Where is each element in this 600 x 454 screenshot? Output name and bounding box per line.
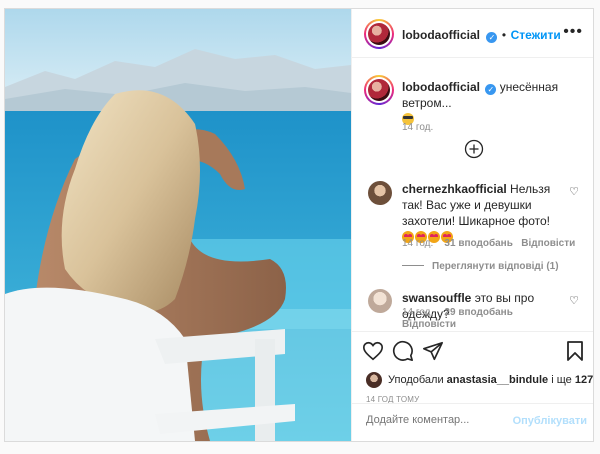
save-bookmark-icon[interactable] (566, 340, 584, 367)
caption-username[interactable]: lobodaofficial (402, 80, 480, 94)
share-paper-plane-icon[interactable] (422, 340, 444, 367)
comment-avatar[interactable] (368, 181, 392, 205)
post-sidebar: lobodaofficial ✓ • Стежити ••• lobodaoff… (351, 9, 593, 441)
verified-badge-icon: ✓ (486, 32, 498, 43)
publish-button[interactable]: Опублікувати (513, 415, 587, 427)
likes-prefix: Уподобали (388, 374, 444, 386)
post-dialog: lobodaofficial ✓ • Стежити ••• lobodaoff… (4, 8, 594, 442)
more-options-icon[interactable]: ••• (563, 23, 583, 41)
comment-avatar[interactable] (368, 289, 392, 313)
comment-username[interactable]: chernezhkaofficial (402, 182, 507, 196)
caption-verified-icon: ✓ (485, 84, 497, 95)
post-header: lobodaofficial ✓ • Стежити ••• (352, 9, 593, 58)
comment-meta: 14 год. 31 вподобань Відповісти (402, 238, 575, 249)
post-photo[interactable] (5, 9, 351, 441)
caption-avatar-image (368, 79, 390, 101)
author-avatar-image (368, 23, 390, 45)
caption: lobodaofficial ✓ унесённая ветром... (402, 79, 582, 127)
comment: chernezhkaofficial Нельзя так! Вас уже и… (402, 181, 562, 245)
photo-illustration (5, 9, 351, 441)
comment-like-icon[interactable]: ♡ (569, 294, 579, 307)
caption-avatar[interactable] (364, 75, 394, 105)
comment-input[interactable] (364, 413, 518, 427)
add-comment-bar: Опублікувати (352, 403, 593, 441)
actions-bar: Уподобали anastasia__bindule і ще 127 25… (352, 331, 593, 441)
comment-username[interactable]: swansoufflе (402, 291, 471, 305)
load-more-comments-icon[interactable] (464, 139, 484, 164)
comment-likes[interactable]: 29 вподобань (444, 307, 512, 318)
author-line: lobodaofficial ✓ • Стежити (402, 26, 561, 44)
liker-avatar[interactable] (366, 372, 382, 388)
likes-summary: Уподобали anastasia__bindule і ще 127 25… (388, 374, 593, 386)
view-replies-label: Переглянути відповіді (1) (432, 261, 559, 272)
comment-reply-button[interactable]: Відповісти (402, 319, 456, 330)
view-replies[interactable]: Переглянути відповіді (1) (402, 261, 559, 272)
comment-like-icon[interactable]: ♡ (569, 185, 579, 198)
comment-reply-button[interactable]: Відповісти (521, 238, 575, 249)
follow-button[interactable]: Стежити (511, 28, 561, 42)
like-heart-icon[interactable] (362, 340, 384, 367)
likes-count[interactable]: 127 251 (575, 374, 593, 386)
replies-line (402, 265, 424, 266)
comment-time[interactable]: 14 год. (402, 307, 433, 318)
author-username[interactable]: lobodaofficial (402, 28, 480, 42)
caption-time[interactable]: 14 год. (402, 122, 433, 133)
liker-username[interactable]: anastasia__bindule (447, 374, 549, 386)
likes-and: і ще (551, 374, 572, 386)
comment-bubble-icon[interactable] (392, 340, 414, 367)
author-avatar[interactable] (364, 19, 394, 49)
comment-meta: 14 год. 29 вподобань Відповісти (402, 307, 552, 331)
separator-dot: • (501, 28, 507, 42)
comment-likes[interactable]: 31 вподобань (444, 238, 512, 249)
comment-time[interactable]: 14 год. (402, 238, 433, 249)
